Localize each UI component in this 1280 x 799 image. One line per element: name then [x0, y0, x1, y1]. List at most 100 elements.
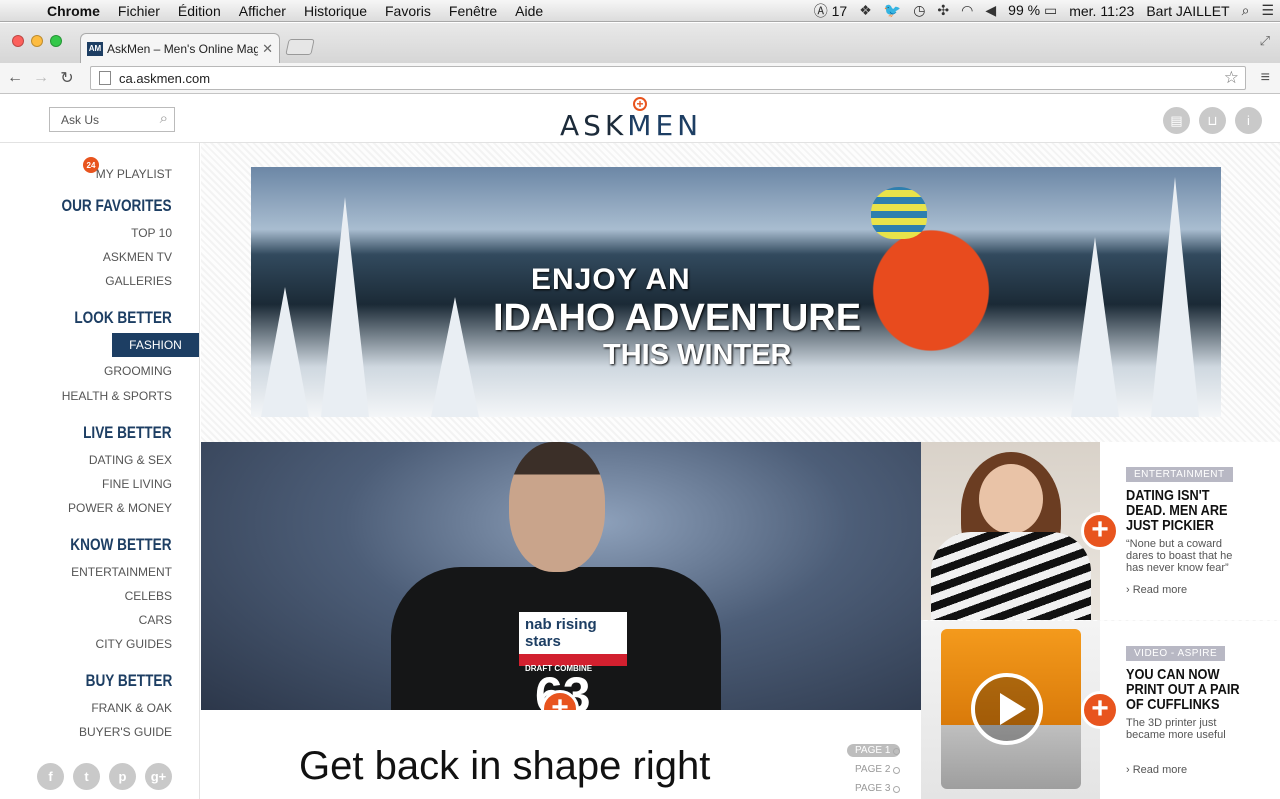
section-know-better[interactable]: KNOW BETTER — [71, 535, 172, 555]
section-look-better[interactable]: LOOK BETTER — [75, 308, 172, 328]
read-more-link[interactable]: › Read more — [1126, 584, 1187, 596]
volume-icon[interactable]: ◀ — [979, 2, 1002, 19]
bluetooth-icon[interactable]: ✣ — [931, 2, 955, 19]
fullscreen-icon[interactable]: ⤢ — [1260, 33, 1270, 49]
logo-plus-icon: + — [633, 97, 647, 111]
sidebar-item-celebs[interactable]: CELEBS — [125, 589, 172, 603]
adobe-icon: Ⓐ — [813, 2, 828, 19]
pinterest-icon[interactable]: p — [109, 763, 136, 790]
menu-favoris[interactable]: Favoris — [376, 3, 440, 19]
play-icon[interactable] — [971, 673, 1043, 745]
page-2-button[interactable]: PAGE 2 — [847, 763, 901, 776]
sidebar-item-frank-oak[interactable]: FRANK & OAK — [91, 701, 172, 715]
battery-icon: ▭ — [1043, 2, 1058, 18]
time-machine-icon[interactable]: ◷ — [907, 2, 931, 19]
snow-tree — [321, 197, 369, 417]
sidebar-item-galleries[interactable]: GALLERIES — [105, 274, 172, 288]
askmen-favicon: AM — [87, 41, 103, 56]
menu-historique[interactable]: Historique — [295, 3, 376, 19]
card-plus-button[interactable]: + — [1081, 691, 1119, 729]
category-badge[interactable]: VIDEO - ASPIRE — [1126, 646, 1226, 661]
spotlight-icon[interactable]: ⌕ — [1236, 2, 1256, 19]
status-area: Ⓐ 17 ❖ 🐦 ◷ ✣ ◠ ◀ 99 % ▭ mer. 11:23 Bart … — [808, 0, 1280, 22]
twitter-status-icon[interactable]: 🐦 — [878, 2, 907, 19]
menu-afficher[interactable]: Afficher — [230, 3, 295, 19]
mac-menu-bar: Chrome Fichier Édition Afficher Historiq… — [0, 0, 1280, 22]
url-text: ca.askmen.com — [119, 70, 211, 86]
sidebar-item-askmen-tv[interactable]: ASKMEN TV — [103, 250, 172, 264]
menu-chrome[interactable]: Chrome — [38, 3, 109, 19]
sidebar-nav: 24 MY PLAYLIST OUR FAVORITES TOP 10 ASKM… — [0, 143, 200, 799]
forward-button[interactable]: → — [30, 69, 52, 87]
reload-button[interactable]: ↻ — [56, 68, 78, 88]
new-tab-button[interactable] — [285, 39, 315, 55]
section-live-better[interactable]: LIVE BETTER — [84, 423, 172, 443]
section-buy-better[interactable]: BUY BETTER — [85, 671, 172, 691]
close-window-button[interactable] — [12, 35, 24, 47]
sidebar-item-health-sports[interactable]: HEALTH & SPORTS — [62, 389, 172, 403]
sidebar-item-entertainment[interactable]: ENTERTAINMENT — [71, 565, 172, 579]
adobe-status[interactable]: Ⓐ 17 — [808, 1, 853, 21]
menu-fichier[interactable]: Fichier — [109, 3, 169, 19]
page-3-button[interactable]: PAGE 3 — [847, 782, 901, 795]
zoom-window-button[interactable] — [50, 35, 62, 47]
minimize-window-button[interactable] — [31, 35, 43, 47]
chevron-right-icon: › — [1126, 764, 1130, 776]
bookmark-star-icon[interactable]: ☆ — [1224, 68, 1239, 88]
read-more-label: Read more — [1132, 764, 1188, 776]
section-our-favorites[interactable]: OUR FAVORITES — [62, 196, 172, 216]
facebook-icon[interactable]: f — [37, 763, 64, 790]
wifi-icon[interactable]: ◠ — [955, 2, 979, 19]
banner-line2: IDAHO ADVENTURE — [493, 297, 862, 339]
search-placeholder: Ask Us — [61, 112, 100, 127]
search-icon[interactable]: ⌕ — [160, 110, 168, 127]
twitter-icon[interactable]: t — [73, 763, 100, 790]
askmen-logo[interactable]: ASKMEN — [560, 109, 702, 142]
user-name[interactable]: Bart JAILLET — [1140, 3, 1235, 19]
sidebar-item-grooming[interactable]: GROOMING — [104, 364, 172, 378]
browser-toolbar: ← → ↻ ca.askmen.com ☆ ≡ — [0, 63, 1280, 94]
site-header: Ask Us ⌕ ASKMEN + ▤ ⊔ i — [0, 95, 1280, 143]
sidebar-item-top10[interactable]: TOP 10 — [131, 226, 172, 240]
page-1-button[interactable]: PAGE 1 — [847, 744, 901, 757]
sidebar-item-cars[interactable]: CARS — [139, 613, 172, 627]
feature-text-panel: Get back in shape right PAGE 1 PAGE 2 PA… — [201, 710, 921, 799]
address-bar[interactable]: ca.askmen.com ☆ — [90, 66, 1246, 90]
read-more-link[interactable]: › Read more — [1126, 764, 1187, 776]
feature-image[interactable]: nab rising stars DRAFT COMBINE 63 — [201, 442, 921, 710]
back-button[interactable]: ← — [4, 69, 26, 87]
logo-ask: ASK — [560, 109, 628, 142]
category-badge[interactable]: ENTERTAINMENT — [1126, 467, 1233, 482]
woman-phone-image — [921, 442, 1100, 620]
menu-edition[interactable]: Édition — [169, 3, 230, 19]
sidebar-item-buyers-guide[interactable]: BUYER'S GUIDE — [79, 725, 172, 739]
clock[interactable]: mer. 11:23 — [1063, 3, 1140, 19]
card-title[interactable]: YOU CAN NOW PRINT OUT A PAIR OF CUFFLINK… — [1126, 667, 1245, 712]
sidebar-item-dating-sex[interactable]: DATING & SEX — [89, 453, 172, 467]
sidebar-item-power-money[interactable]: POWER & MONEY — [68, 501, 172, 515]
chrome-menu-icon[interactable]: ≡ — [1261, 69, 1270, 87]
my-playlist-link[interactable]: MY PLAYLIST — [96, 167, 172, 181]
menu-fenetre[interactable]: Fenêtre — [440, 3, 506, 19]
document-icon[interactable]: ▤ — [1163, 107, 1190, 134]
idaho-ad-banner[interactable]: ENJOY AN IDAHO ADVENTURE THIS WINTER — [251, 167, 1221, 417]
tab-askmen[interactable]: AM AskMen – Men's Online Maga ✕ — [80, 33, 280, 63]
notification-center-icon[interactable]: ☰ — [1255, 2, 1280, 19]
google-plus-icon[interactable]: g+ — [145, 763, 172, 790]
feature-headline[interactable]: Get back in shape right — [299, 744, 710, 788]
menu-aide[interactable]: Aide — [506, 3, 552, 19]
snow-tree — [431, 297, 479, 417]
card-plus-button[interactable]: + — [1081, 512, 1119, 550]
sidebar-item-fashion[interactable]: FASHION — [112, 333, 199, 357]
battery-status[interactable]: 99 % ▭ — [1002, 2, 1063, 19]
close-tab-icon[interactable]: ✕ — [262, 41, 273, 57]
ask-us-search[interactable]: Ask Us ⌕ — [49, 107, 175, 132]
basket-icon[interactable]: ⊔ — [1199, 107, 1226, 134]
sidebar-item-city-guides[interactable]: CITY GUIDES — [96, 637, 172, 651]
logo-men: MEN — [627, 109, 703, 142]
card-title[interactable]: DATING ISN'T DEAD. MEN ARE JUST PICKIER — [1126, 488, 1245, 533]
sidebar-item-fine-living[interactable]: FINE LIVING — [102, 477, 172, 491]
info-icon[interactable]: i — [1235, 107, 1262, 134]
header-icons: ▤ ⊔ i — [1163, 107, 1262, 134]
dropbox-icon[interactable]: ❖ — [853, 2, 878, 19]
